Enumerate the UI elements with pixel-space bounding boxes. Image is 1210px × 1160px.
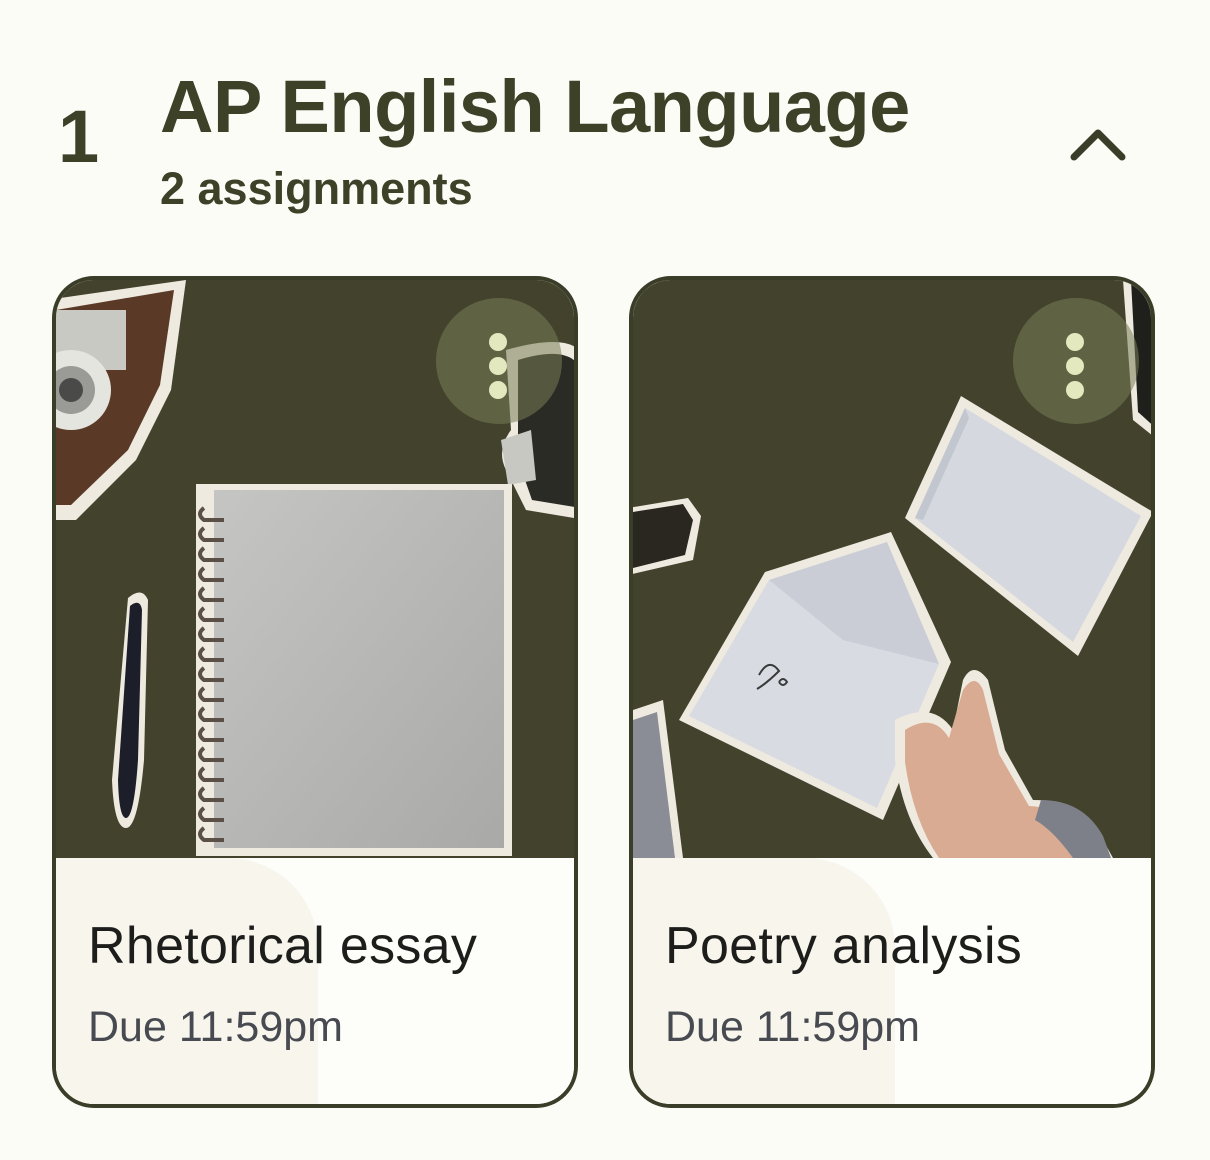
assignment-menu-button[interactable]	[1013, 298, 1139, 424]
assignment-menu-button[interactable]	[436, 298, 562, 424]
course-title: AP English Language	[160, 65, 910, 148]
assignment-title: Poetry analysis	[665, 917, 1023, 975]
assignment-due: Due 11:59pm	[665, 1003, 920, 1051]
assignment-title: Rhetorical essay	[88, 917, 478, 975]
section-number: 1	[58, 95, 100, 178]
assignment-card-rhetorical-essay[interactable]: Rhetorical essay Due 11:59pm	[52, 276, 578, 1108]
envelope-illustration	[633, 280, 1151, 858]
card-details: Rhetorical essay Due 11:59pm	[56, 858, 574, 1104]
chevron-up-icon	[1070, 129, 1126, 161]
assignment-due: Due 11:59pm	[88, 1003, 343, 1051]
assignment-card-poetry-analysis[interactable]: Poetry analysis Due 11:59pm	[629, 276, 1155, 1108]
assignment-count: 2 assignments	[160, 163, 473, 214]
collapse-button[interactable]	[1050, 100, 1146, 190]
card-details: Poetry analysis Due 11:59pm	[633, 858, 1151, 1104]
notebook-illustration	[56, 280, 574, 858]
